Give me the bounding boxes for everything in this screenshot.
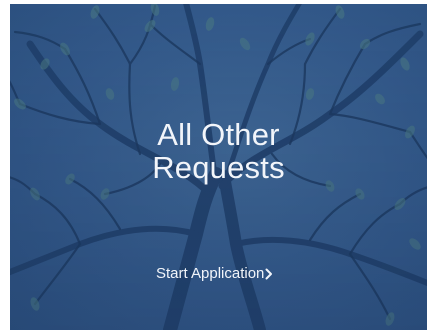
- card-title-line-1: All Other: [157, 117, 280, 152]
- start-application-link[interactable]: Start Application: [156, 265, 273, 283]
- chevron-right-icon: [265, 268, 273, 280]
- card-title: All Other Requests: [10, 118, 427, 184]
- card-title-line-2: Requests: [152, 150, 285, 185]
- start-application-label: Start Application: [156, 265, 265, 282]
- request-card[interactable]: All Other Requests Start Application: [10, 4, 427, 330]
